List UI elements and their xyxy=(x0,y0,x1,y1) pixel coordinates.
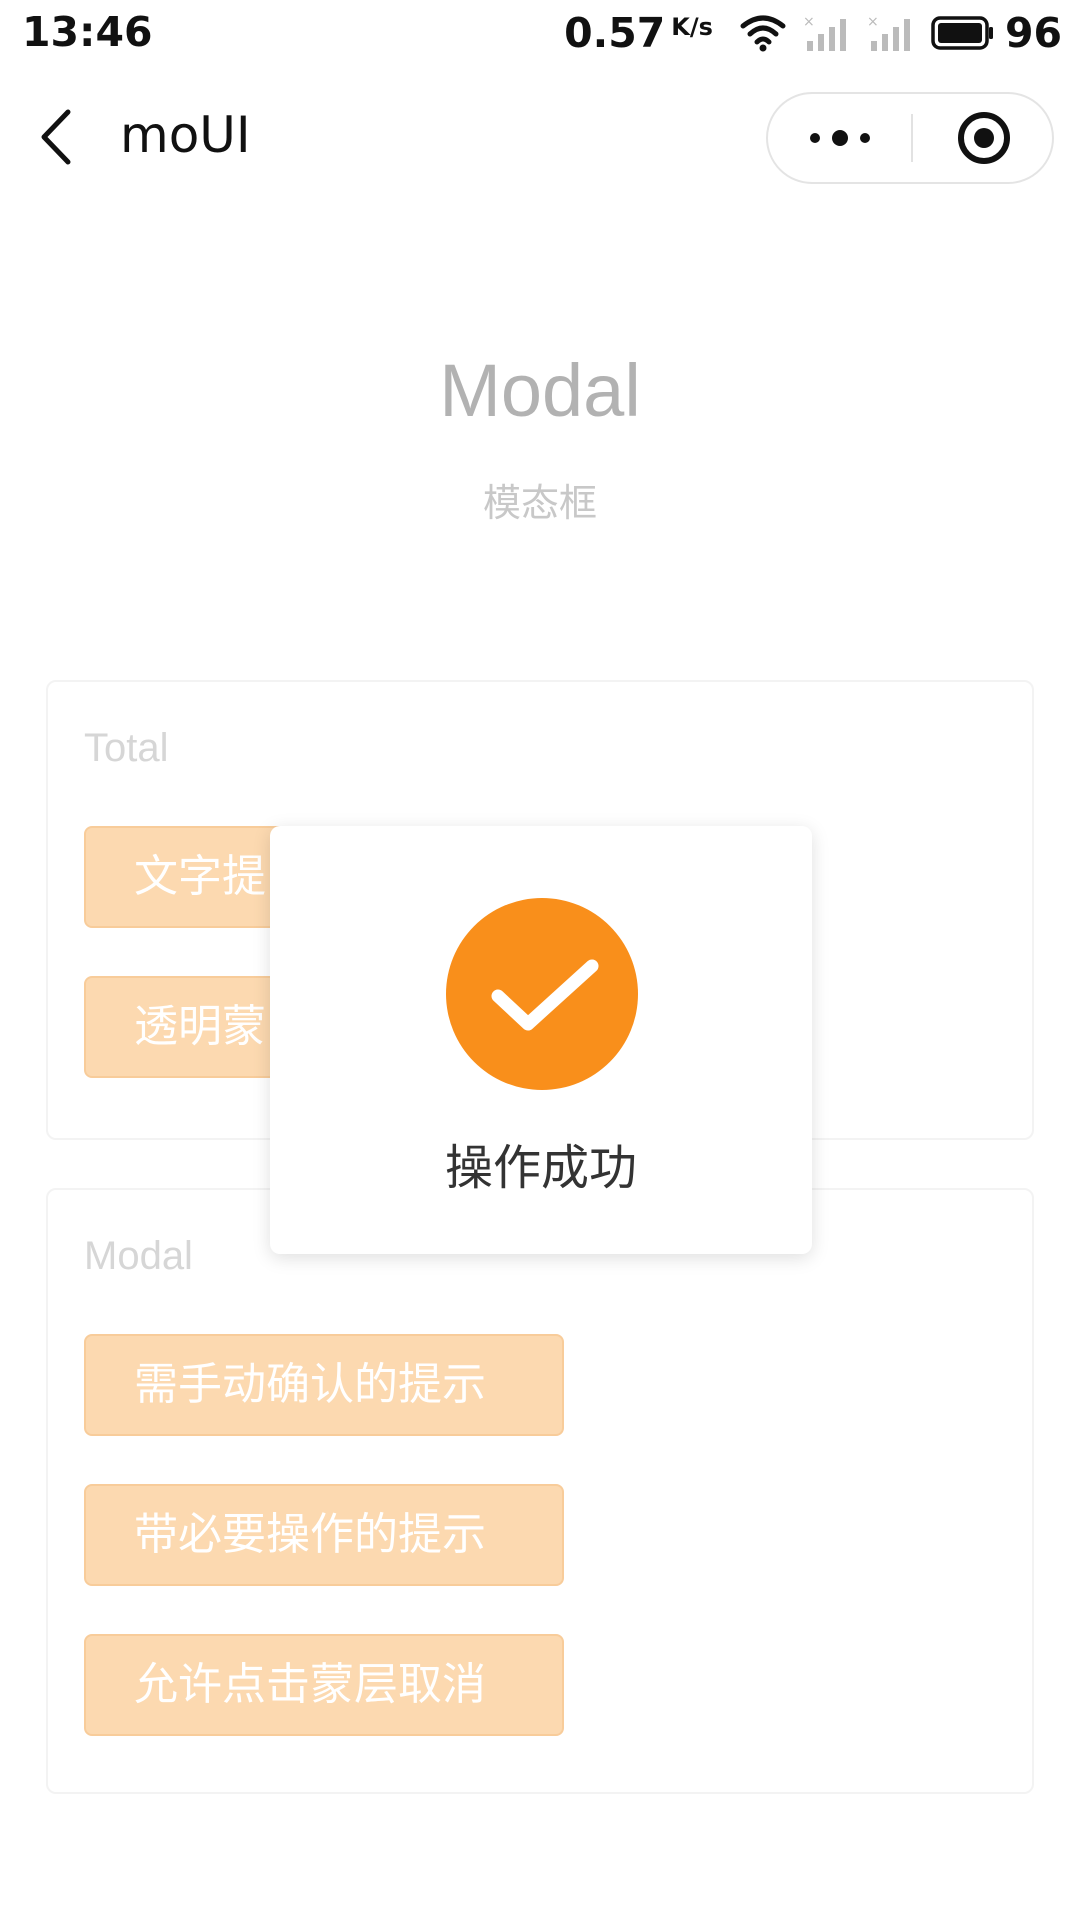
battery-level: 96 xyxy=(1004,9,1062,57)
network-speed-unit: K/s xyxy=(671,13,713,41)
svg-text:×: × xyxy=(867,14,879,30)
svg-text:×: × xyxy=(803,14,815,30)
required-action-button[interactable]: 带必要操作的提示 xyxy=(84,1484,564,1586)
status-time: 13:46 xyxy=(22,8,153,56)
menu-capsule xyxy=(766,92,1054,184)
page: 13:46 0.57 K/s × × 96 moUI Modal 模态框 Tot… xyxy=(0,0,1080,1920)
back-button[interactable] xyxy=(30,104,90,170)
status-bar: 13:46 0.57 K/s × × 96 xyxy=(0,0,1080,66)
section-label: Modal xyxy=(84,1234,193,1278)
page-title: Modal xyxy=(439,349,641,432)
nav-bar: moUI xyxy=(0,76,1080,206)
nav-title: moUI xyxy=(120,106,251,164)
signal-icon-sim1: × xyxy=(803,13,853,53)
more-button[interactable] xyxy=(768,94,911,182)
section-card-modal: Modal 需手动确认的提示 带必要操作的提示 允许点击蒙层取消 xyxy=(46,1188,1034,1794)
battery-icon xyxy=(931,15,995,51)
signal-icon-sim2: × xyxy=(867,13,917,53)
toast-text: 操作成功 xyxy=(444,1140,637,1196)
more-dots-icon xyxy=(809,130,870,146)
page-subtitle: 模态框 xyxy=(482,481,597,525)
manual-confirm-button[interactable]: 需手动确认的提示 xyxy=(84,1334,564,1436)
success-toast: 操作成功 xyxy=(270,826,812,1254)
chevron-left-icon xyxy=(41,109,71,165)
target-circle-icon xyxy=(957,112,1010,164)
status-indicators: 0.57 K/s × × 96 xyxy=(564,8,1062,58)
mask-click-cancel-button[interactable]: 允许点击蒙层取消 xyxy=(84,1634,564,1736)
checkmark-icon xyxy=(446,898,638,1090)
network-speed: 0.57 xyxy=(564,9,666,57)
section-label: Total xyxy=(84,726,169,770)
wifi-icon xyxy=(739,13,787,53)
close-miniprogram-button[interactable] xyxy=(913,94,1054,182)
